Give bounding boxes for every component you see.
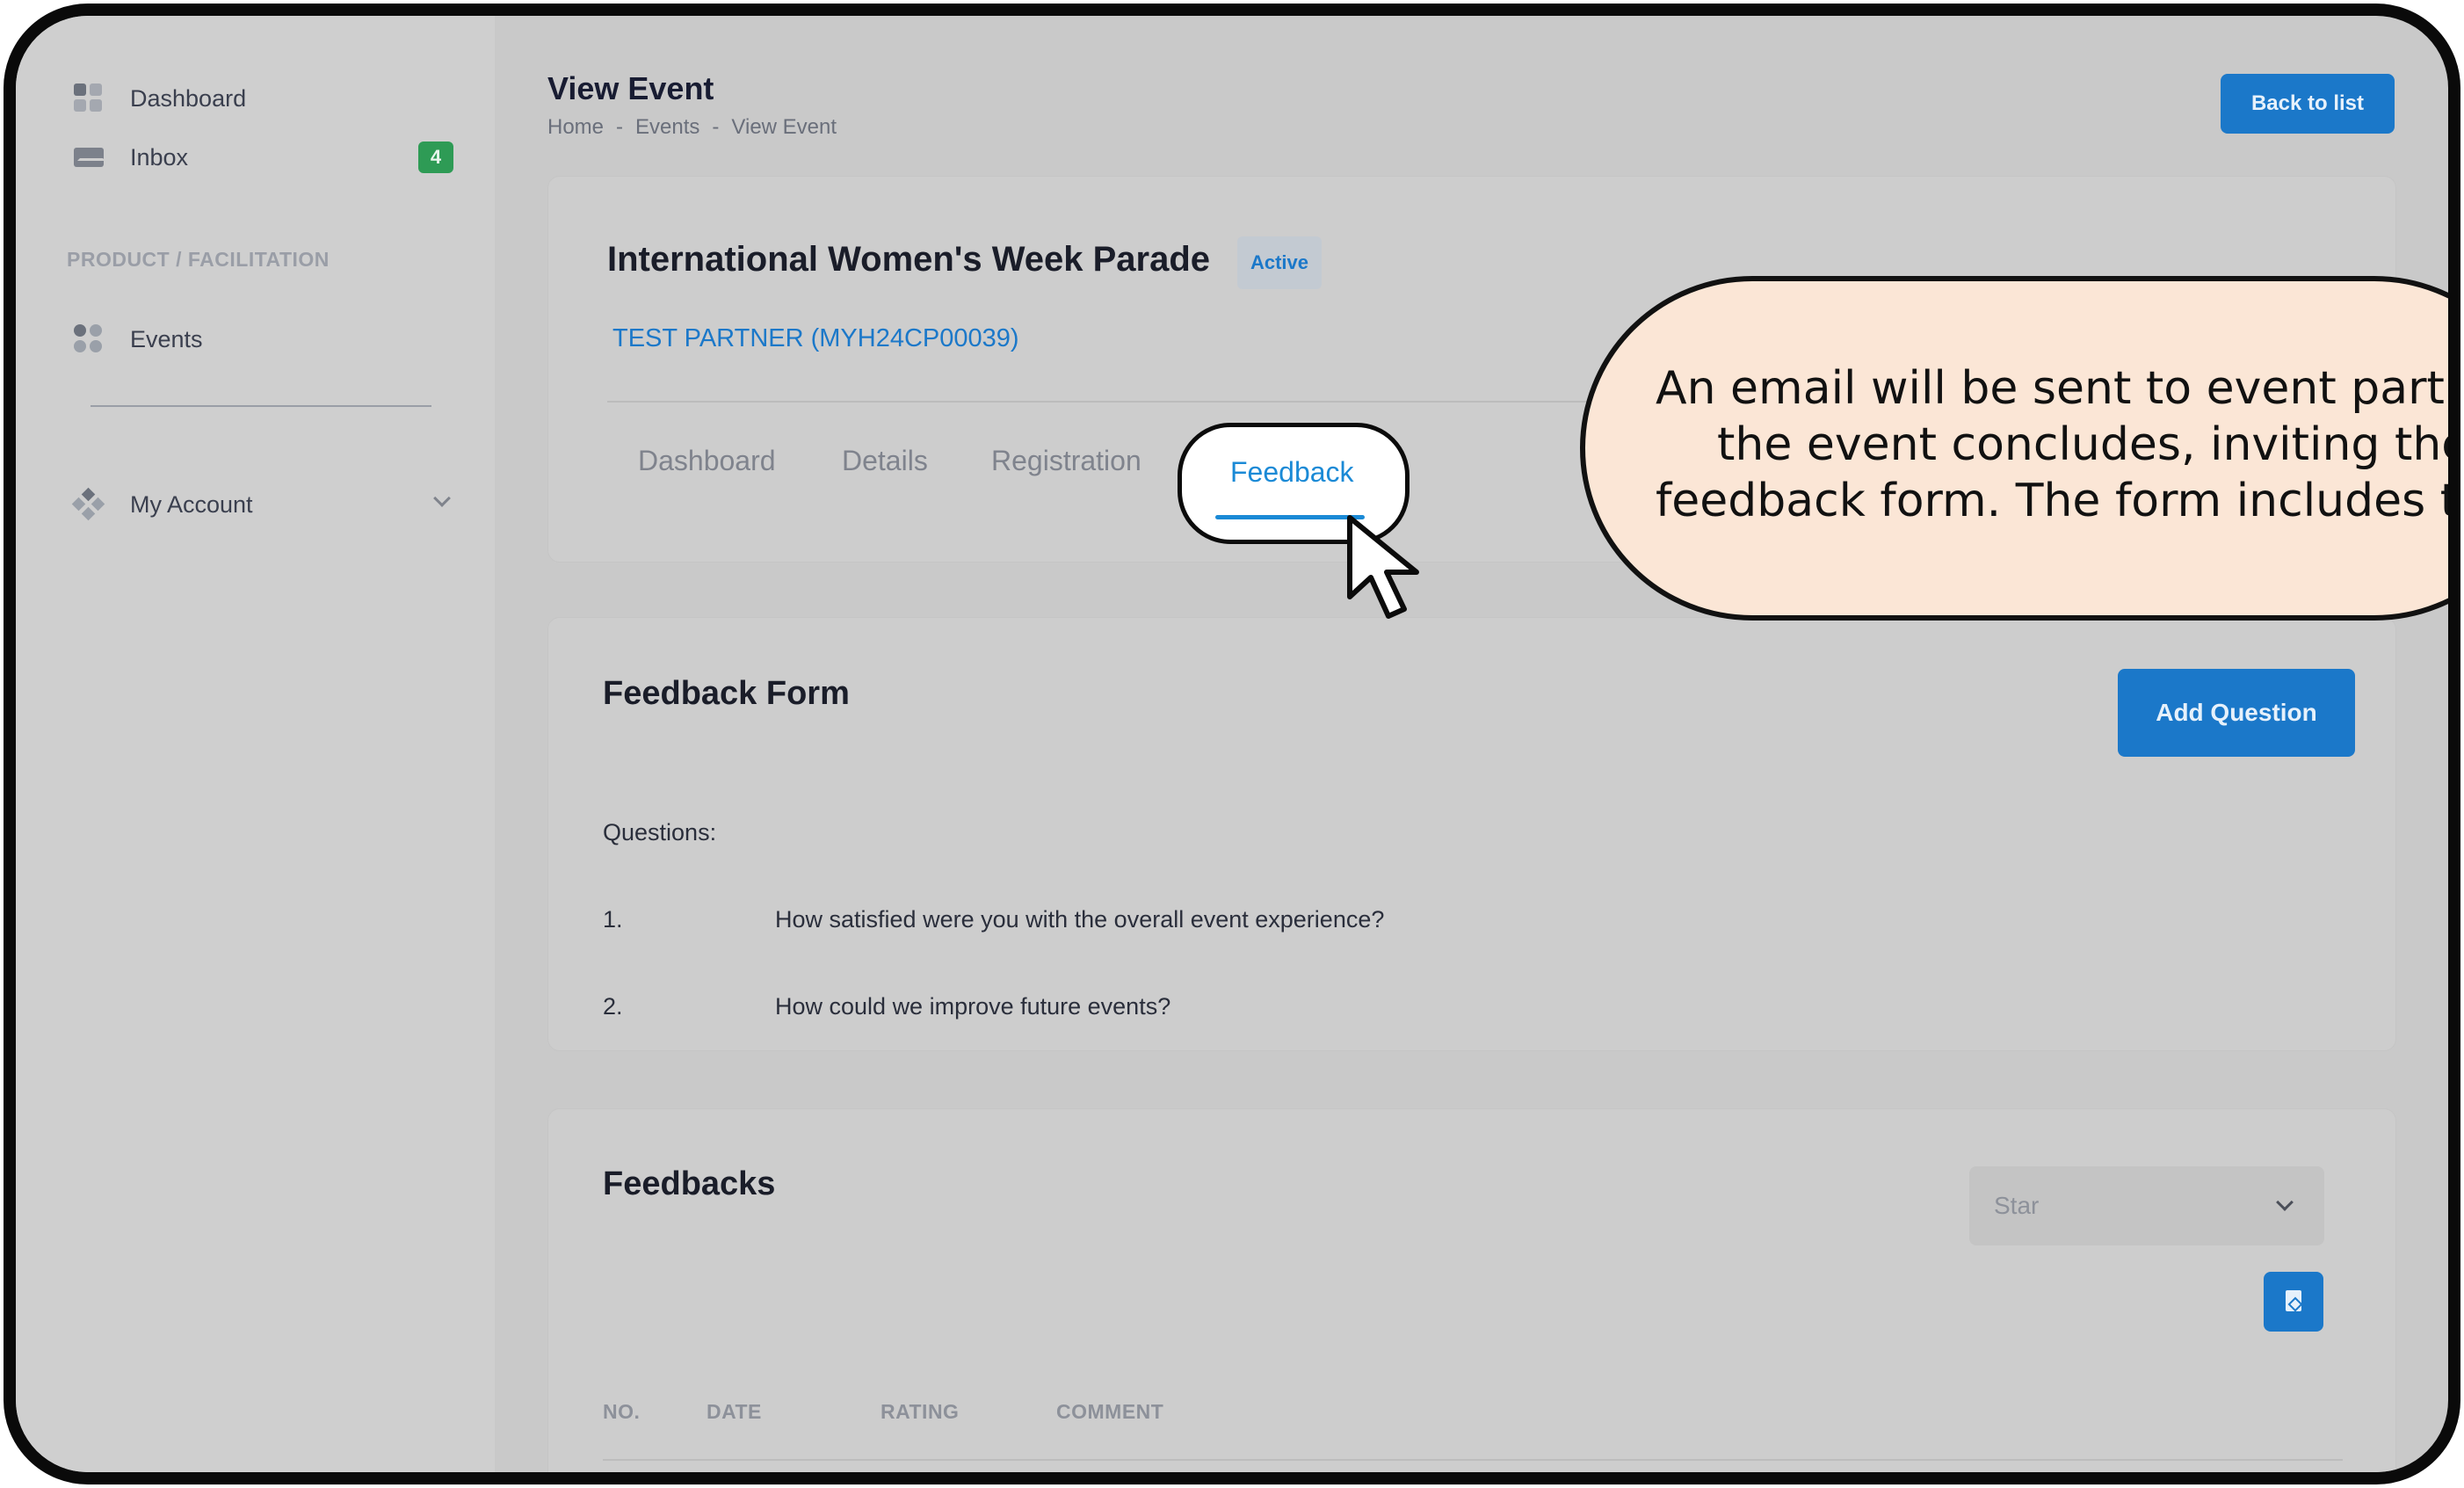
- feedbacks-card: Feedbacks Star NO. DATE RATING COMMENT: [547, 1108, 2396, 1472]
- export-excel-button[interactable]: [2264, 1272, 2323, 1332]
- sidebar-item-dashboard[interactable]: Dashboard: [74, 79, 246, 118]
- sidebar-section-label: PRODUCT / FACILITATION: [67, 248, 330, 271]
- breadcrumb-current: View Event: [731, 115, 837, 139]
- breadcrumb: Home - Events - View Event: [547, 115, 837, 140]
- chevron-down-icon: [2276, 1194, 2294, 1211]
- breadcrumb-events[interactable]: Events: [635, 115, 699, 140]
- tab-feedback[interactable]: Feedback: [1230, 456, 1354, 489]
- sidebar-item-inbox[interactable]: Inbox: [74, 138, 188, 177]
- callout-line: the event concludes, inviting ther: [1717, 418, 2460, 471]
- dashboard-icon: [74, 83, 104, 113]
- feedbacks-title: Feedbacks: [603, 1165, 776, 1202]
- chevron-down-icon[interactable]: [433, 490, 451, 507]
- callout-line: An email will be sent to event partic: [1656, 362, 2460, 415]
- question-number: 2.: [603, 993, 623, 1020]
- question-number: 1.: [603, 906, 623, 933]
- breadcrumb-separator: -: [616, 115, 624, 139]
- feedback-form-title: Feedback Form: [603, 675, 850, 712]
- question-text: How could we improve future events?: [775, 993, 1171, 1020]
- mail-icon: [74, 142, 104, 172]
- column-header-comment[interactable]: COMMENT: [1056, 1400, 1163, 1424]
- select-value: Star: [1994, 1192, 2040, 1219]
- sidebar-divider: [91, 405, 431, 407]
- table-header-divider: [603, 1459, 2343, 1461]
- callout-text: An email will be sent to event partic th…: [1656, 360, 2460, 529]
- questions-label: Questions:: [603, 819, 717, 846]
- tab-details[interactable]: Details: [842, 445, 928, 477]
- sidebar-item-label: My Account: [130, 490, 253, 518]
- events-icon: [74, 324, 104, 354]
- sidebar-item-events[interactable]: Events: [74, 320, 203, 359]
- page-title: View Event: [547, 70, 714, 106]
- sidebar-item-label: Events: [130, 325, 203, 352]
- tab-registration[interactable]: Registration: [991, 445, 1141, 477]
- event-name: International Women's Week Parade: [607, 240, 1211, 279]
- sidebar-item-my-account[interactable]: My Account: [71, 485, 253, 524]
- partner-link[interactable]: TEST PARTNER (MYH24CP00039): [612, 324, 1019, 353]
- tab-dashboard[interactable]: Dashboard: [638, 445, 776, 477]
- question-row: 2. How could we improve future events?: [603, 993, 1170, 1020]
- question-text: How satisfied were you with the overall …: [775, 906, 1385, 933]
- tutorial-callout: An email will be sent to event partic th…: [1580, 276, 2460, 621]
- breadcrumb-home[interactable]: Home: [547, 115, 604, 140]
- rating-type-select[interactable]: Star: [1969, 1166, 2324, 1245]
- sidebar: Dashboard Inbox 4 PRODUCT / FACILITATION…: [16, 16, 495, 1472]
- sidebar-item-label: Dashboard: [130, 84, 247, 112]
- column-header-rating[interactable]: RATING: [881, 1400, 959, 1424]
- back-to-list-button[interactable]: Back to list: [2221, 74, 2395, 134]
- breadcrumb-separator: -: [712, 115, 720, 139]
- inbox-count-badge: 4: [418, 142, 453, 173]
- device-frame: Dashboard Inbox 4 PRODUCT / FACILITATION…: [4, 4, 2460, 1484]
- column-header-date[interactable]: DATE: [707, 1400, 762, 1424]
- feedback-form-card: Feedback Form Add Question Questions: 1.…: [547, 617, 2396, 1051]
- column-header-no[interactable]: NO.: [603, 1400, 640, 1424]
- mouse-cursor-icon: [1347, 515, 1419, 619]
- question-row: 1. How satisfied were you with the overa…: [603, 906, 1384, 933]
- divider: [607, 401, 1591, 403]
- account-icon: [71, 487, 105, 521]
- callout-line: feedback form. The form includes tw: [1656, 475, 2460, 527]
- add-question-button[interactable]: Add Question: [2118, 669, 2355, 757]
- sidebar-item-label: Inbox: [130, 143, 189, 171]
- status-badge: Active: [1237, 236, 1322, 289]
